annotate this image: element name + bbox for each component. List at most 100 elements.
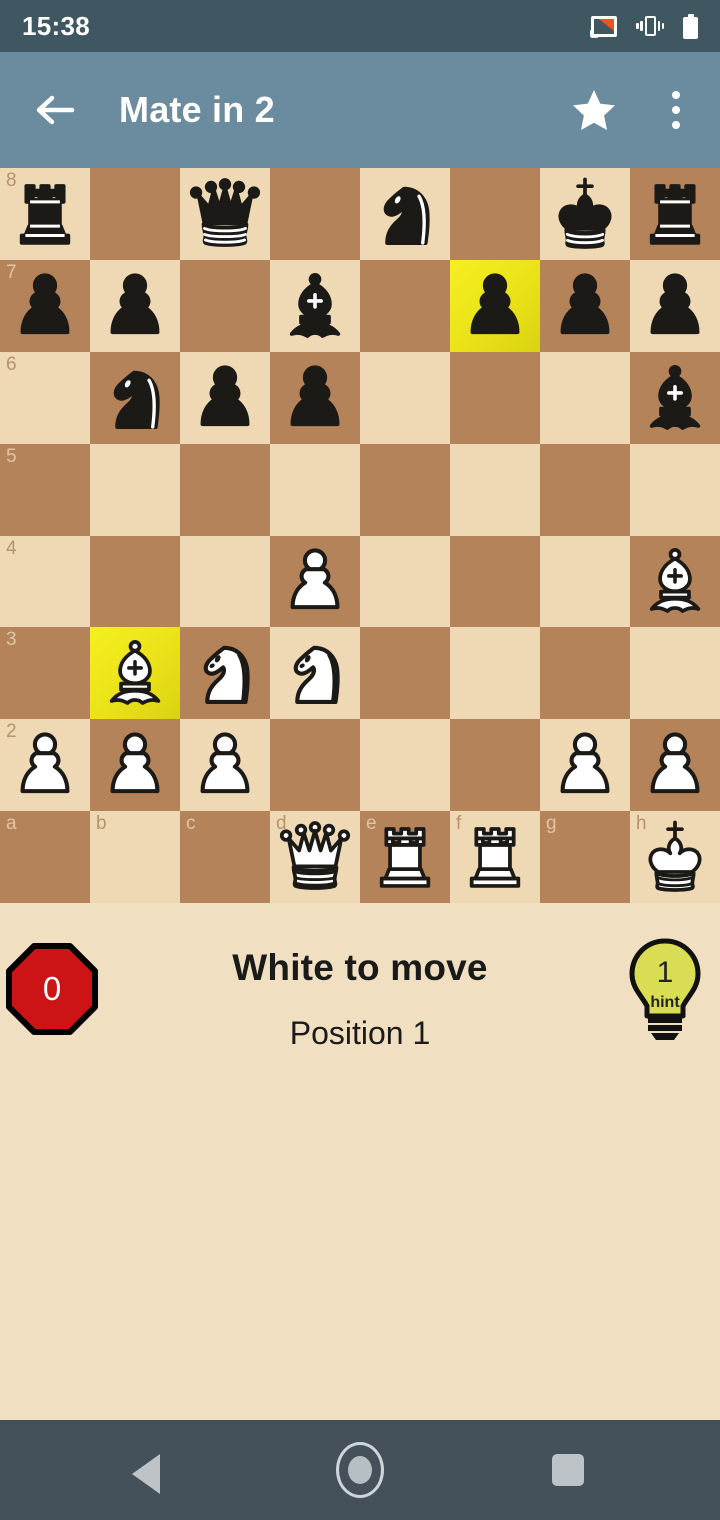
board-square-c5[interactable]: [180, 443, 270, 536]
board-square-g5[interactable]: [540, 443, 630, 536]
board-square-c3[interactable]: [180, 627, 270, 720]
piece-black-pawn-c6: [200, 365, 250, 426]
board-square-h3[interactable]: [630, 627, 720, 720]
board-square-e5[interactable]: [360, 443, 450, 536]
board-square-f6[interactable]: [450, 351, 540, 444]
board-square-h1[interactable]: h: [630, 811, 720, 903]
board-square-f7[interactable]: [450, 259, 540, 352]
board-square-h5[interactable]: [630, 443, 720, 536]
board-square-b2[interactable]: [90, 719, 180, 812]
board-square-a5[interactable]: 5: [0, 443, 90, 536]
piece-white-rook-f1: [469, 827, 521, 888]
rank-label-4: 4: [6, 537, 17, 559]
piece-black-pawn-a7: [20, 273, 70, 334]
board-square-g6[interactable]: [540, 351, 630, 444]
board-square-c8[interactable]: [180, 168, 270, 260]
board-square-a1[interactable]: a: [0, 811, 90, 903]
board-square-a7[interactable]: 7: [0, 259, 90, 352]
board-square-h2[interactable]: [630, 719, 720, 812]
board-square-g8[interactable]: [540, 168, 630, 260]
board-square-d7[interactable]: [270, 259, 360, 352]
board-square-e1[interactable]: e: [360, 811, 450, 903]
board-square-d3[interactable]: [270, 627, 360, 720]
piece-white-pawn-a2: [20, 732, 70, 794]
board-square-f3[interactable]: [450, 627, 540, 720]
board-square-c1[interactable]: c: [180, 811, 270, 903]
piece-black-pawn-f7: [470, 273, 520, 334]
board-square-d5[interactable]: [270, 443, 360, 536]
board-square-a2[interactable]: 2: [0, 719, 90, 812]
piece-white-bishop-h4: [649, 548, 701, 614]
board-square-b7[interactable]: [90, 259, 180, 352]
piece-black-pawn-d6: [290, 365, 340, 426]
info-panel: 0 White to move Position 1 1 hint: [0, 903, 720, 1420]
overflow-menu-icon[interactable]: [656, 86, 696, 134]
board-square-d4[interactable]: [270, 535, 360, 628]
board-square-e2[interactable]: [360, 719, 450, 812]
piece-black-queen-c8: [189, 178, 261, 247]
rank-label-2: 2: [6, 721, 17, 743]
board-square-e8[interactable]: [360, 168, 450, 260]
board-square-c7[interactable]: [180, 259, 270, 352]
board-square-b5[interactable]: [90, 443, 180, 536]
board-square-a8[interactable]: 8: [0, 168, 90, 260]
board-square-d1[interactable]: d: [270, 811, 360, 903]
board-square-g3[interactable]: [540, 627, 630, 720]
board-square-c2[interactable]: [180, 719, 270, 812]
board-square-b1[interactable]: b: [90, 811, 180, 903]
star-icon[interactable]: [570, 86, 618, 134]
piece-black-rook-a8: [19, 184, 71, 245]
board-square-h8[interactable]: [630, 168, 720, 260]
file-label-c: c: [186, 813, 196, 835]
nav-recents-icon[interactable]: [538, 1440, 598, 1500]
piece-black-pawn-b7: [110, 273, 160, 334]
board-square-e4[interactable]: [360, 535, 450, 628]
board-square-f2[interactable]: [450, 719, 540, 812]
board-square-c4[interactable]: [180, 535, 270, 628]
board-square-h4[interactable]: [630, 535, 720, 628]
vibrate-icon: [636, 15, 664, 37]
android-nav-bar: [0, 1420, 720, 1520]
nav-home-icon[interactable]: [330, 1440, 390, 1500]
chess-puzzle-screen: 15:38 Mate in 2 8 7 6 5 4 3 2 a b c d e …: [0, 0, 720, 1520]
board-square-f5[interactable]: [450, 443, 540, 536]
board-square-g4[interactable]: [540, 535, 630, 628]
board-square-g1[interactable]: g: [540, 811, 630, 903]
piece-black-king-g8: [558, 177, 612, 249]
board-square-f4[interactable]: [450, 535, 540, 628]
board-square-b4[interactable]: [90, 535, 180, 628]
hint-button[interactable]: 1 hint: [622, 936, 708, 1044]
file-label-g: g: [546, 813, 557, 835]
board-square-b6[interactable]: [90, 351, 180, 444]
board-square-h7[interactable]: [630, 259, 720, 352]
board-square-d2[interactable]: [270, 719, 360, 812]
board-square-a4[interactable]: 4: [0, 535, 90, 628]
board-square-a3[interactable]: 3: [0, 627, 90, 720]
board-square-c6[interactable]: [180, 351, 270, 444]
board-square-d6[interactable]: [270, 351, 360, 444]
file-label-h: h: [636, 813, 647, 835]
board-square-a6[interactable]: 6: [0, 351, 90, 444]
piece-white-pawn-h2: [650, 732, 700, 794]
board-square-e6[interactable]: [360, 351, 450, 444]
board-square-e7[interactable]: [360, 259, 450, 352]
status-bar-time: 15:38: [22, 11, 90, 41]
chess-board[interactable]: 8 7 6 5 4 3 2 a b c d e f g h: [0, 168, 720, 903]
back-arrow-icon[interactable]: [24, 79, 86, 141]
board-square-f1[interactable]: f: [450, 811, 540, 903]
status-bar-icons: [590, 13, 698, 39]
board-square-f8[interactable]: [450, 168, 540, 260]
nav-back-icon[interactable]: [122, 1440, 182, 1500]
rank-label-8: 8: [6, 170, 17, 191]
board-square-h6[interactable]: [630, 351, 720, 444]
board-square-g2[interactable]: [540, 719, 630, 812]
board-square-e3[interactable]: [360, 627, 450, 720]
app-bar-actions: [570, 86, 696, 134]
board-square-b3[interactable]: [90, 627, 180, 720]
piece-black-bishop-d7: [289, 272, 341, 338]
board-square-g7[interactable]: [540, 259, 630, 352]
board-square-d8[interactable]: [270, 168, 360, 260]
piece-white-pawn-c2: [200, 732, 250, 794]
file-label-a: a: [6, 813, 17, 835]
board-square-b8[interactable]: [90, 168, 180, 260]
